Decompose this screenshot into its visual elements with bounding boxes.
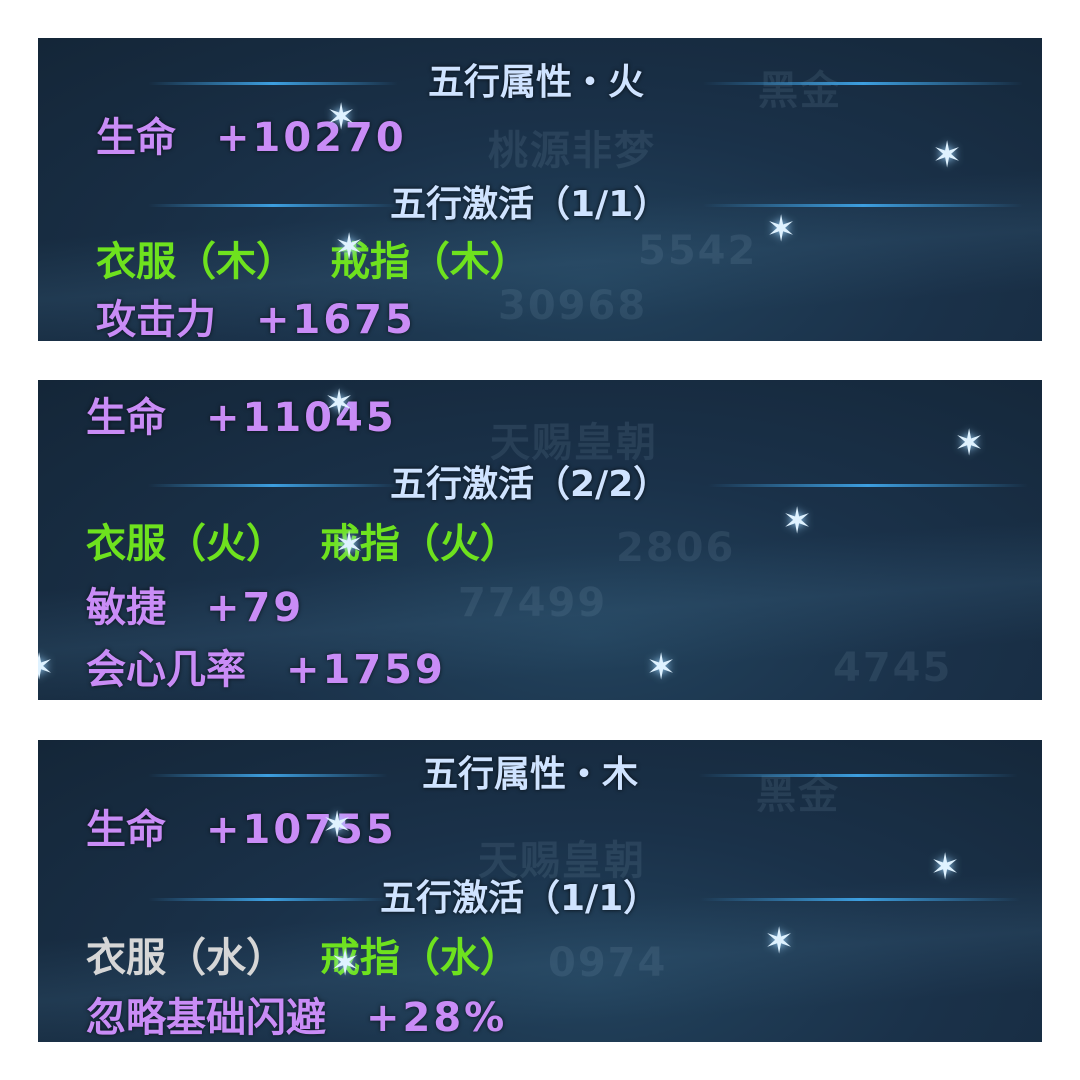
section-header: 五行属性・火 — [38, 58, 1042, 108]
divider-line — [700, 898, 1020, 901]
divider-line — [148, 484, 398, 487]
sparkle-icon: ✶ — [766, 209, 797, 250]
activation-header: 五行激活（2/2） — [38, 460, 1042, 510]
attribute-panel-activation: 天赐皇朝 2806 77499 4745 生命 +11045 五行激活（2/2） … — [38, 380, 1042, 700]
sparkle-icon: ✶ — [322, 805, 353, 846]
stat-value: +1675 — [256, 297, 416, 341]
divider-line — [708, 484, 1028, 487]
item-clothes: 衣服（火） — [86, 521, 286, 567]
element-attribute-title: 五行属性・火 — [428, 62, 645, 103]
sparkle-icon: ✶ — [932, 135, 963, 176]
background-text: 77499 — [458, 580, 608, 626]
sparkle-icon: ✶ — [324, 383, 355, 424]
element-attribute-title: 五行属性・木 — [422, 754, 639, 795]
bonus-stat: 攻击力 +1675 — [96, 294, 416, 341]
stat-value: +79 — [206, 585, 305, 631]
attribute-panel-fire: 桃源非梦 5542 30968 黑金 五行属性・火 生命 +10270 五行激活（… — [38, 38, 1042, 341]
stat-value: +11045 — [206, 395, 397, 441]
activation-header: 五行激活（1/1） — [38, 874, 1042, 924]
section-header: 五行属性・木 — [38, 750, 1042, 800]
stat-value: +10270 — [216, 115, 407, 161]
divider-line — [698, 774, 1018, 777]
item-clothes: 衣服（水） — [86, 935, 286, 981]
background-text: 30968 — [498, 283, 648, 329]
sparkle-icon: ✶ — [330, 943, 361, 984]
stat-label: 敏捷 — [86, 585, 166, 631]
item-set-row: 衣服（木） 戒指（木） — [96, 236, 550, 288]
sparkle-icon: ✶ — [334, 525, 365, 566]
stat-value: +10755 — [206, 807, 397, 853]
stat-value: +28% — [366, 995, 508, 1041]
activation-title: 五行激活（1/1） — [380, 878, 660, 919]
item-set-row: 衣服（水） 戒指（水） — [86, 932, 540, 984]
health-stat: 生命 +10270 — [96, 112, 407, 164]
divider-line — [148, 204, 398, 207]
sparkle-icon: ✶ — [782, 501, 813, 542]
bonus-stat: 会心几率 +1759 — [86, 644, 446, 696]
stat-label: 生命 — [86, 807, 166, 853]
item-clothes: 衣服（木） — [96, 239, 296, 285]
background-text: 桃源非梦 — [488, 128, 656, 174]
activation-title: 五行激活（2/2） — [390, 464, 670, 505]
background-text: 5542 — [638, 228, 758, 274]
stat-label: 生命 — [86, 395, 166, 441]
sparkle-icon: ✶ — [38, 647, 55, 688]
sparkle-icon: ✶ — [954, 423, 985, 464]
background-text: 2806 — [616, 525, 736, 571]
sparkle-icon: ✶ — [334, 227, 365, 268]
attribute-panel-wood: 天赐皇朝 0974 黑金 五行属性・木 生命 +10755 五行激活（1/1） 衣… — [38, 740, 1042, 1042]
stat-label: 生命 — [96, 115, 176, 161]
sparkle-icon: ✶ — [646, 647, 677, 688]
background-text: 0974 — [548, 940, 668, 986]
stat-label: 攻击力 — [96, 297, 216, 341]
divider-line — [148, 774, 388, 777]
sparkle-icon: ✶ — [930, 847, 961, 888]
background-text: 4745 — [833, 645, 953, 691]
bonus-stat: 忽略基础闪避 +28% — [86, 992, 507, 1042]
stat-label: 忽略基础闪避 — [86, 995, 326, 1041]
bonus-stat: 敏捷 +79 — [86, 582, 304, 634]
activation-title: 五行激活（1/1） — [390, 184, 670, 225]
sparkle-icon: ✶ — [326, 97, 357, 138]
activation-header: 五行激活（1/1） — [38, 180, 1042, 230]
divider-line — [148, 898, 388, 901]
stat-label: 会心几率 — [86, 647, 246, 693]
divider-line — [148, 82, 398, 85]
divider-line — [703, 82, 1023, 85]
sparkle-icon: ✶ — [764, 921, 795, 962]
item-set-row: 衣服（火） 戒指（火） — [86, 518, 540, 570]
stat-value: +1759 — [286, 647, 446, 693]
divider-line — [703, 204, 1023, 207]
